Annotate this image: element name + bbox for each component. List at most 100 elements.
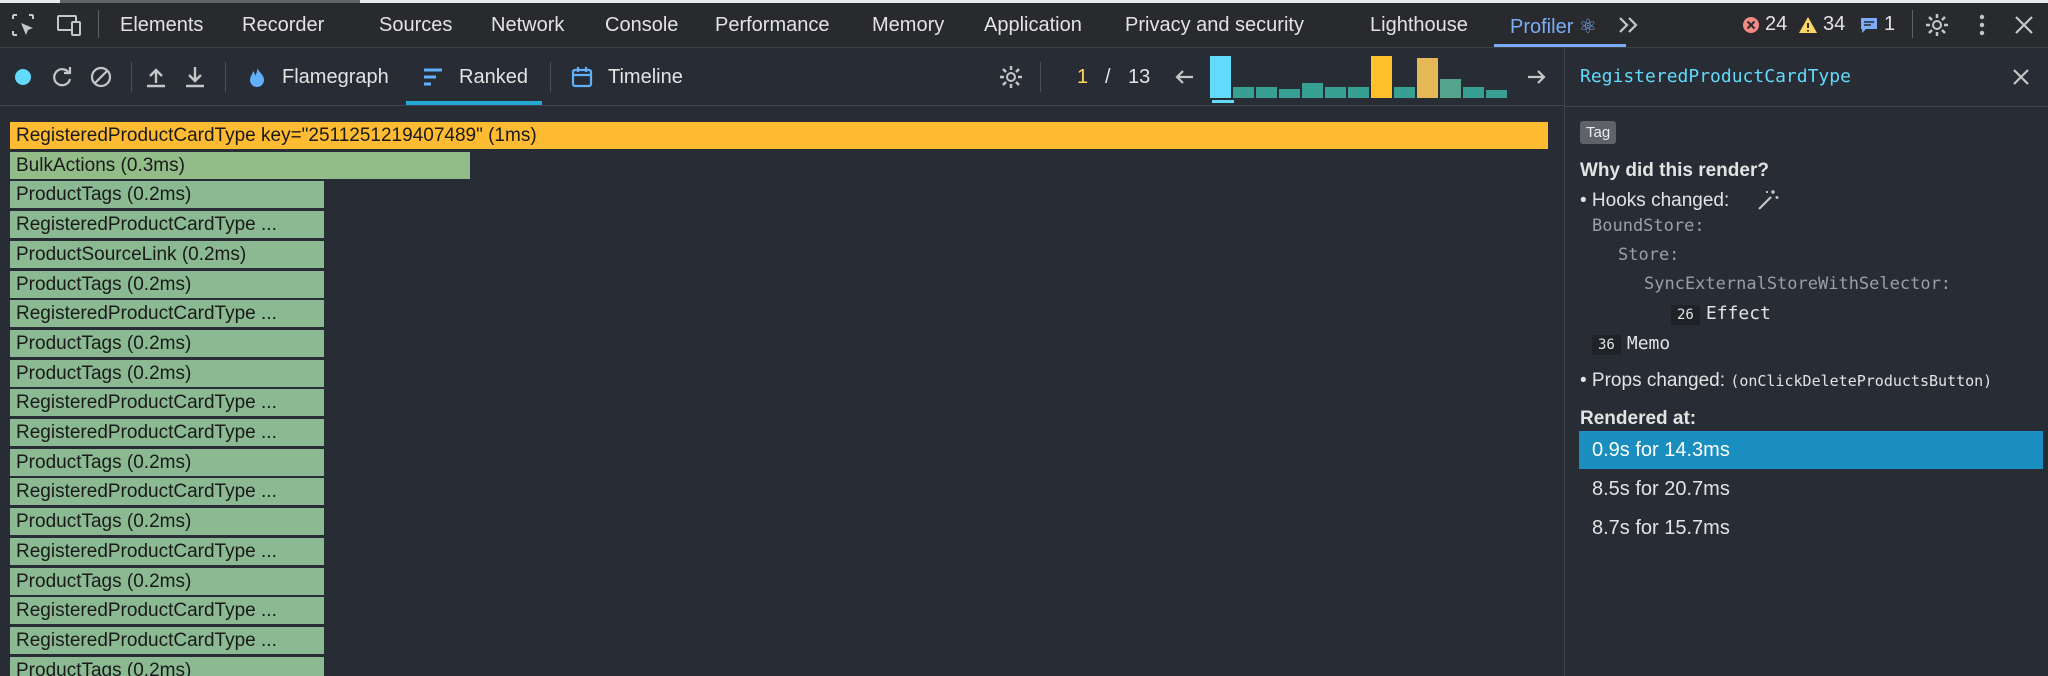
toolbar-divider: [98, 10, 99, 38]
selected-commit-marker: [1212, 100, 1234, 103]
settings-gear-icon[interactable]: [1924, 12, 1950, 38]
commit-bar[interactable]: [1440, 79, 1461, 98]
ranked-row[interactable]: RegisteredProductCardType ...: [10, 419, 326, 446]
message-count: 1: [1884, 13, 1896, 35]
reload-and-profile-icon[interactable]: [49, 64, 75, 90]
error-counter[interactable]: 24: [1742, 13, 1787, 36]
error-icon: [1743, 16, 1759, 33]
ranked-row[interactable]: ProductTags (0.2ms): [10, 508, 326, 535]
save-profile-icon[interactable]: [182, 64, 208, 90]
message-icon: [1861, 17, 1877, 33]
more-options-kebab-icon[interactable]: [1969, 12, 1995, 38]
tab-recorder[interactable]: Recorder: [242, 14, 324, 37]
ranked-row[interactable]: ProductTags (0.2ms): [10, 568, 326, 595]
commit-bar[interactable]: [1486, 90, 1507, 98]
ranked-row[interactable]: RegisteredProductCardType ...: [10, 478, 326, 505]
tag-badge: Tag: [1580, 121, 1617, 144]
tab-lighthouse[interactable]: Lighthouse: [1370, 14, 1468, 37]
commit-bar[interactable]: [1302, 83, 1323, 98]
ranked-row[interactable]: ProductTags (0.2ms): [10, 657, 326, 676]
flamegraph-tab[interactable]: Flamegraph: [282, 66, 389, 89]
commit-bar[interactable]: [1463, 87, 1484, 98]
ranked-row[interactable]: RegisteredProductCardType ...: [10, 211, 326, 238]
ranked-chart: RegisteredProductCardType key="251125121…: [0, 106, 1564, 676]
toolbar-divider-right: [1912, 10, 1913, 38]
hook-memo-row: 36 Memo: [1592, 333, 1671, 355]
toolbar-separator: [1040, 62, 1041, 92]
device-toolbar-icon[interactable]: [56, 12, 82, 38]
ranked-row[interactable]: RegisteredProductCardType ...: [10, 597, 326, 624]
more-tabs-chevron-icon[interactable]: [1616, 12, 1642, 38]
ranked-icon[interactable]: [420, 64, 446, 90]
ranked-row[interactable]: RegisteredProductCardType key="251125121…: [10, 122, 1550, 149]
ranked-row[interactable]: ProductTags (0.2ms): [10, 330, 326, 357]
ranked-row[interactable]: RegisteredProductCardType ...: [10, 627, 326, 654]
effect-hook-index: 26: [1671, 305, 1700, 325]
tab-privacy-and-security[interactable]: Privacy and security: [1125, 14, 1304, 37]
profiler-toolbar: Flamegraph Ranked Timeline 1 / 13: [0, 48, 1564, 106]
hook-store: Store:: [1618, 245, 1680, 265]
tab-profiler[interactable]: Profiler ⚛: [1510, 14, 1597, 39]
previous-commit-arrow-icon[interactable]: [1172, 64, 1198, 90]
commit-bar[interactable]: [1394, 87, 1415, 98]
commit-bar[interactable]: [1233, 87, 1254, 98]
flame-icon[interactable]: [244, 64, 270, 90]
props-changed-row: • Props changed: (onClickDeleteProductsB…: [1580, 370, 1992, 392]
hook-sync-external-store: SyncExternalStoreWithSelector:: [1644, 274, 1952, 294]
render-item[interactable]: 8.5s for 20.7ms: [1579, 470, 2043, 508]
commit-bar[interactable]: [1371, 56, 1392, 98]
clear-profile-icon[interactable]: [88, 64, 114, 90]
ranked-tab[interactable]: Ranked: [459, 66, 528, 89]
error-count: 24: [1765, 13, 1788, 35]
ranked-row[interactable]: RegisteredProductCardType ...: [10, 389, 326, 416]
ranked-row[interactable]: ProductTags (0.2ms): [10, 271, 326, 298]
toolbar-separator: [131, 62, 132, 92]
close-devtools-icon[interactable]: [2011, 12, 2037, 38]
inspect-element-icon[interactable]: [10, 12, 36, 38]
ranked-row[interactable]: BulkActions (0.3ms): [10, 152, 472, 179]
render-item[interactable]: 8.7s for 15.7ms: [1579, 509, 2043, 547]
close-panel-icon[interactable]: [2009, 65, 2033, 89]
tab-console[interactable]: Console: [605, 14, 678, 37]
tab-elements[interactable]: Elements: [120, 14, 203, 37]
commit-separator: /: [1105, 66, 1111, 88]
tab-memory[interactable]: Memory: [872, 14, 944, 37]
commit-bar[interactable]: [1417, 58, 1438, 98]
ranked-row[interactable]: ProductSourceLink (0.2ms): [10, 241, 326, 268]
tab-application[interactable]: Application: [984, 14, 1082, 37]
warning-counter[interactable]: 34: [1798, 13, 1845, 36]
commit-bar[interactable]: [1210, 56, 1231, 98]
profiler-settings-gear-icon[interactable]: [998, 64, 1024, 90]
toolbar-separator: [550, 62, 551, 92]
commit-bar[interactable]: [1348, 87, 1369, 98]
commit-bar[interactable]: [1279, 89, 1300, 98]
commit-bar[interactable]: [1325, 87, 1346, 98]
ranked-row[interactable]: RegisteredProductCardType ...: [10, 538, 326, 565]
devtools-tabbar: Elements Recorder Sources Network Consol…: [0, 0, 2048, 48]
message-counter[interactable]: 1: [1859, 13, 1895, 36]
commit-selector-chart[interactable]: [1210, 56, 1507, 98]
hook-bound-store: BoundStore:: [1592, 216, 1705, 236]
ranked-row[interactable]: RegisteredProductCardType ...: [10, 300, 326, 327]
hooks-changed-label: • Hooks changed:: [1580, 190, 1730, 211]
tab-performance[interactable]: Performance: [715, 14, 830, 37]
memo-hook-name: Memo: [1626, 333, 1671, 354]
component-details-panel: RegisteredProductCardType Tag Why did th…: [1564, 48, 2048, 676]
calendar-icon[interactable]: [569, 64, 595, 90]
effect-hook-name: Effect: [1705, 303, 1771, 324]
ranked-row[interactable]: ProductTags (0.2ms): [10, 360, 326, 387]
magic-wand-icon[interactable]: [1756, 188, 1780, 212]
render-item[interactable]: 0.9s for 14.3ms: [1579, 431, 2043, 469]
commit-bar[interactable]: [1256, 87, 1277, 98]
load-profile-icon[interactable]: [143, 64, 169, 90]
tab-sources[interactable]: Sources: [379, 14, 452, 37]
commit-total: 13: [1128, 66, 1151, 88]
ranked-row[interactable]: ProductTags (0.2ms): [10, 181, 326, 208]
tab-network[interactable]: Network: [491, 14, 564, 37]
timeline-tab[interactable]: Timeline: [608, 66, 683, 89]
next-commit-arrow-icon[interactable]: [1523, 64, 1549, 90]
props-changed-label: • Props changed:: [1580, 370, 1726, 391]
why-did-this-render-title: Why did this render?: [1580, 160, 1769, 181]
record-icon[interactable]: [10, 64, 36, 90]
ranked-row[interactable]: ProductTags (0.2ms): [10, 449, 326, 476]
